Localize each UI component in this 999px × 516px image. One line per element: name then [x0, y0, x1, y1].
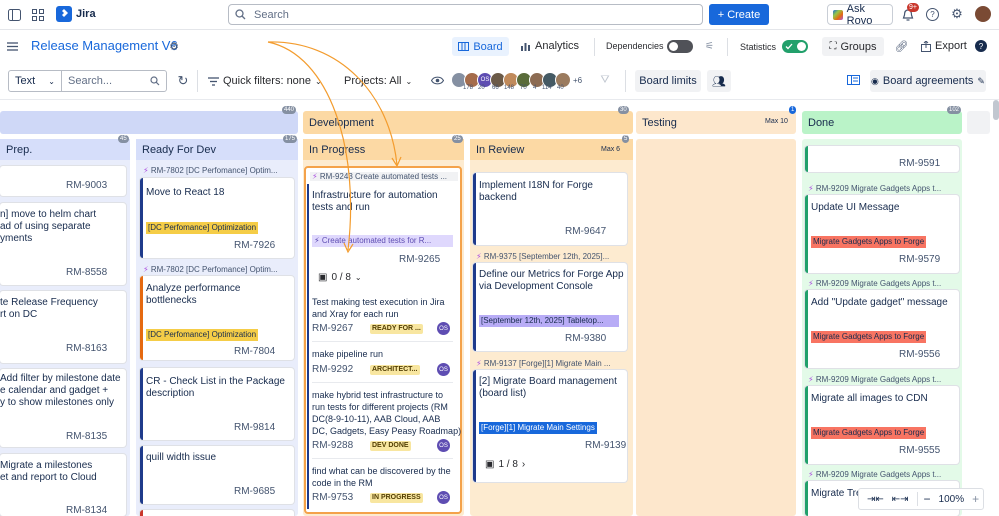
- zoom-controls: ⇥⇤ ⇤⇥ − 100% +: [858, 488, 984, 510]
- annotation-arrow: [267, 41, 398, 166]
- collapse-icon[interactable]: ⇥⇤: [867, 494, 884, 505]
- zoom-in-button[interactable]: +: [972, 492, 979, 506]
- expand-icon[interactable]: ⇤⇥: [892, 494, 909, 505]
- zoom-out-button[interactable]: −: [924, 492, 931, 506]
- vertical-scrollbar[interactable]: [993, 100, 999, 120]
- divider: [916, 492, 918, 506]
- annotation-arrow: [267, 41, 352, 251]
- annotation-arrows: [267, 41, 402, 254]
- zoom-level: 100%: [938, 493, 965, 505]
